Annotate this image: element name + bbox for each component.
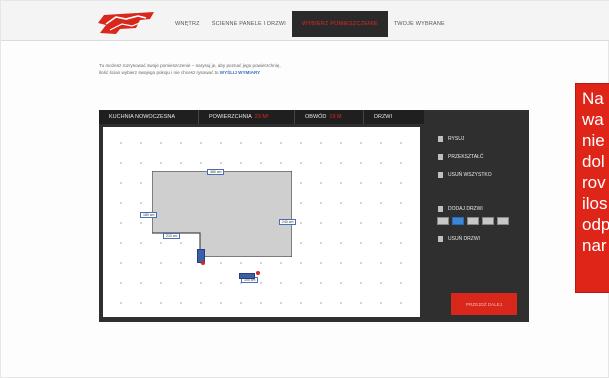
nav-item-wnetrz[interactable]: WNĘTRZ bbox=[169, 11, 206, 37]
trash-icon bbox=[438, 236, 443, 242]
pencil-icon bbox=[438, 136, 443, 142]
transform-icon bbox=[438, 154, 443, 160]
door-size-option[interactable] bbox=[482, 217, 494, 225]
tab-doors-label: DRZWI bbox=[374, 114, 393, 120]
tab-area-label: POWIERZCHNIA bbox=[209, 114, 252, 120]
tool-panel: RYSUJ PRZEKSZTAŁĆ USUŃ WSZYSTKO DODAJ DR… bbox=[426, 127, 529, 245]
door-icon bbox=[438, 206, 443, 212]
add-door-label: DODAJ DRZWI bbox=[448, 206, 483, 212]
main-nav: WNĘTRZ ŚCIENNE PANELE I DRZWI WYBIERZ PO… bbox=[169, 11, 451, 41]
door-handle-point-bottom[interactable] bbox=[256, 271, 260, 275]
room-shape[interactable] bbox=[152, 171, 292, 257]
door-handle-point[interactable] bbox=[201, 261, 205, 265]
door-marker-bottom[interactable] bbox=[239, 273, 255, 279]
editor-tabs: KUCHNIA NOWOCZESNA POWIERZCHNIA 23 m² OB… bbox=[99, 110, 424, 124]
transform-tool[interactable]: PRZEKSZTAŁĆ bbox=[426, 151, 529, 163]
door-size-option[interactable] bbox=[497, 217, 509, 225]
remove-door-tool[interactable]: USUŃ DRZWI bbox=[426, 233, 529, 245]
page: WNĘTRZ ŚCIENNE PANELE I DRZWI WYBIERZ PO… bbox=[0, 0, 609, 378]
nav-item-wybierz-pomieszczenie[interactable]: WYBIERZ POMIESZCZENIE bbox=[292, 11, 388, 37]
tab-perimeter-label: OBWÓD bbox=[305, 114, 327, 120]
tab-perimeter-value: 19 m bbox=[329, 114, 342, 120]
clear-all-tool[interactable]: USUŃ WSZYSTKO bbox=[426, 169, 529, 181]
door-size-option[interactable] bbox=[437, 217, 449, 225]
drawing-canvas[interactable]: 380 cm 180 cm 210 cm 240 cm 100 cm bbox=[103, 127, 420, 317]
tab-room-name[interactable]: KUCHNIA NOWOCZESNA bbox=[99, 110, 199, 124]
draw-tool[interactable]: RYSUJ bbox=[426, 133, 529, 145]
callout-line: dol bbox=[582, 152, 605, 171]
tab-perimeter[interactable]: OBWÓD 19 m bbox=[295, 110, 364, 124]
draw-tool-label: RYSUJ bbox=[448, 136, 465, 142]
callout-line: ilos bbox=[582, 194, 608, 213]
intro-text: Tu możesz rozrysować swoje pomieszczenie… bbox=[99, 63, 289, 76]
nav-item-twoje-wybrane[interactable]: TWOJE WYBRANE bbox=[388, 11, 451, 37]
clear-all-label: USUŃ WSZYSTKO bbox=[448, 172, 492, 178]
callout-line: nie bbox=[582, 131, 605, 150]
trash-icon bbox=[438, 172, 443, 178]
tab-area[interactable]: POWIERZCHNIA 23 m² bbox=[199, 110, 295, 124]
header: WNĘTRZ ŚCIENNE PANELE I DRZWI WYBIERZ PO… bbox=[1, 1, 609, 41]
callout-line: wa bbox=[582, 110, 604, 129]
tab-room-name-label: KUCHNIA NOWOCZESNA bbox=[109, 114, 176, 120]
callout-line: Na bbox=[582, 89, 604, 108]
tab-area-value: 23 m² bbox=[254, 114, 269, 120]
nav-item-panele-drzwi[interactable]: ŚCIENNE PANELE I DRZWI bbox=[206, 11, 292, 37]
send-dimensions-link[interactable]: WYŚLIJ WYMIARY bbox=[220, 70, 260, 75]
red-callout-box: Na wa nie dol rov ilos odp nar bbox=[575, 83, 609, 293]
tab-doors[interactable]: DRZWI bbox=[364, 110, 424, 124]
brand-logo[interactable] bbox=[96, 11, 158, 35]
callout-line: odp bbox=[582, 215, 609, 234]
room-editor: KUCHNIA NOWOCZESNA POWIERZCHNIA 23 m² OB… bbox=[99, 110, 529, 322]
measurement-inner[interactable]: 210 cm bbox=[163, 233, 181, 239]
callout-line: rov bbox=[582, 173, 606, 192]
door-size-option-selected[interactable] bbox=[452, 217, 464, 225]
measurement-top[interactable]: 380 cm bbox=[207, 169, 225, 175]
door-size-selector bbox=[437, 217, 529, 225]
transform-tool-label: PRZEKSZTAŁĆ bbox=[448, 154, 484, 160]
callout-line: nar bbox=[582, 236, 607, 255]
add-door-tool[interactable]: DODAJ DRZWI bbox=[426, 203, 529, 215]
measurement-right[interactable]: 240 cm bbox=[279, 219, 297, 225]
measurement-left[interactable]: 180 cm bbox=[140, 212, 158, 218]
remove-door-label: USUŃ DRZWI bbox=[448, 236, 480, 242]
next-step-button[interactable]: PRZEJDŹ DALEJ bbox=[451, 293, 517, 315]
door-size-option[interactable] bbox=[467, 217, 479, 225]
